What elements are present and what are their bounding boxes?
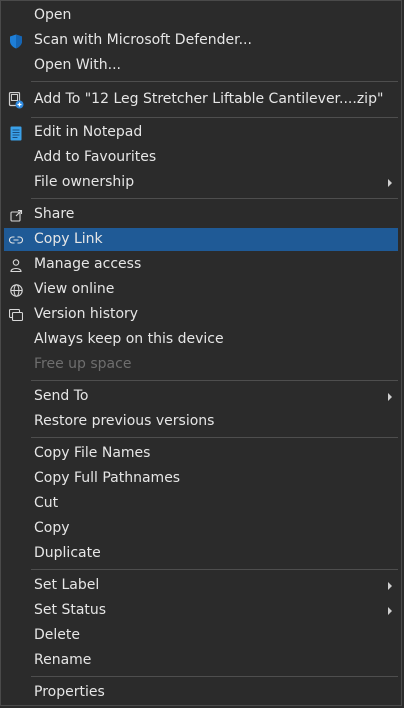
menu-item-delete[interactable]: Delete (4, 624, 398, 647)
notepad-icon (8, 125, 24, 141)
menu-item-label: Share (34, 206, 75, 222)
menu-item-view-online[interactable]: View online (4, 278, 398, 301)
menu-item-free-up-space: Free up space (4, 353, 398, 376)
menu-item-label: Restore previous versions (34, 413, 215, 429)
menu-item-copy-file-names[interactable]: Copy File Names (4, 442, 398, 465)
menu-item-rename[interactable]: Rename (4, 649, 398, 672)
menu-item-cut[interactable]: Cut (4, 492, 398, 515)
menu-item-label: Set Status (34, 602, 107, 618)
menu-item-label: Copy (34, 520, 70, 536)
menu-item-label: Duplicate (34, 545, 101, 561)
menu-item-open[interactable]: Open (4, 4, 398, 27)
menu-item-label: Copy Link (34, 231, 103, 247)
menu-item-label: View online (34, 281, 115, 297)
menu-item-label: Rename (34, 652, 92, 668)
menu-separator (31, 380, 398, 381)
menu-item-share[interactable]: Share (4, 203, 398, 226)
menu-item-label: Scan with Microsoft Defender... (34, 32, 252, 48)
menu-separator (31, 81, 398, 82)
menu-item-label: Edit in Notepad (34, 124, 143, 140)
context-menu: Open Scan with Microsoft Defender... Ope… (0, 0, 402, 706)
menu-item-label: Always keep on this device (34, 331, 224, 347)
menu-item-set-label[interactable]: Set Label (4, 574, 398, 597)
menu-item-restore-previous-versions[interactable]: Restore previous versions (4, 410, 398, 433)
menu-item-label: Set Label (34, 577, 100, 593)
person-icon (8, 257, 24, 273)
menu-item-label: Send To (34, 388, 89, 404)
version-history-icon (8, 307, 24, 323)
menu-separator (31, 437, 398, 438)
menu-separator (31, 117, 398, 118)
menu-item-label: Add to Favourites (34, 149, 157, 165)
menu-item-manage-access[interactable]: Manage access (4, 253, 398, 276)
submenu-arrow-icon (388, 179, 392, 187)
menu-item-version-history[interactable]: Version history (4, 303, 398, 326)
menu-item-copy-link[interactable]: Copy Link (4, 228, 398, 251)
menu-item-open-with[interactable]: Open With... (4, 54, 398, 77)
menu-item-add-to-favourites[interactable]: Add to Favourites (4, 146, 398, 169)
menu-item-label: Cut (34, 495, 59, 511)
archive-add-icon (8, 91, 24, 108)
share-icon (8, 207, 24, 223)
menu-item-file-ownership[interactable]: File ownership (4, 171, 398, 194)
menu-item-scan-defender[interactable]: Scan with Microsoft Defender... (4, 29, 398, 52)
menu-item-label: Manage access (34, 256, 142, 272)
defender-shield-icon (8, 33, 24, 49)
menu-separator (31, 676, 398, 677)
menu-item-label: Copy Full Pathnames (34, 470, 181, 486)
menu-item-duplicate[interactable]: Duplicate (4, 542, 398, 565)
menu-item-edit-in-notepad[interactable]: Edit in Notepad (4, 121, 398, 144)
menu-item-label: Copy File Names (34, 445, 151, 461)
menu-item-label: Delete (34, 627, 80, 643)
menu-item-properties[interactable]: Properties (4, 681, 398, 704)
menu-item-label: Add To "12 Leg Stretcher Liftable Cantil… (34, 91, 384, 107)
globe-icon (8, 282, 24, 298)
menu-separator (31, 569, 398, 570)
menu-item-add-to-archive[interactable]: Add To "12 Leg Stretcher Liftable Cantil… (4, 88, 398, 111)
menu-item-copy-full-pathnames[interactable]: Copy Full Pathnames (4, 467, 398, 490)
menu-item-set-status[interactable]: Set Status (4, 599, 398, 622)
submenu-arrow-icon (388, 582, 392, 590)
menu-item-always-keep[interactable]: Always keep on this device (4, 328, 398, 351)
menu-item-label: Properties (34, 684, 105, 700)
submenu-arrow-icon (388, 393, 392, 401)
menu-item-label: Open With... (34, 57, 121, 73)
menu-item-label: Open (34, 7, 72, 23)
link-icon (8, 232, 24, 248)
submenu-arrow-icon (388, 607, 392, 615)
menu-item-label: File ownership (34, 174, 135, 190)
menu-item-send-to[interactable]: Send To (4, 385, 398, 408)
menu-item-label: Version history (34, 306, 139, 322)
menu-item-label: Free up space (34, 356, 132, 372)
menu-separator (31, 198, 398, 199)
menu-item-copy[interactable]: Copy (4, 517, 398, 540)
